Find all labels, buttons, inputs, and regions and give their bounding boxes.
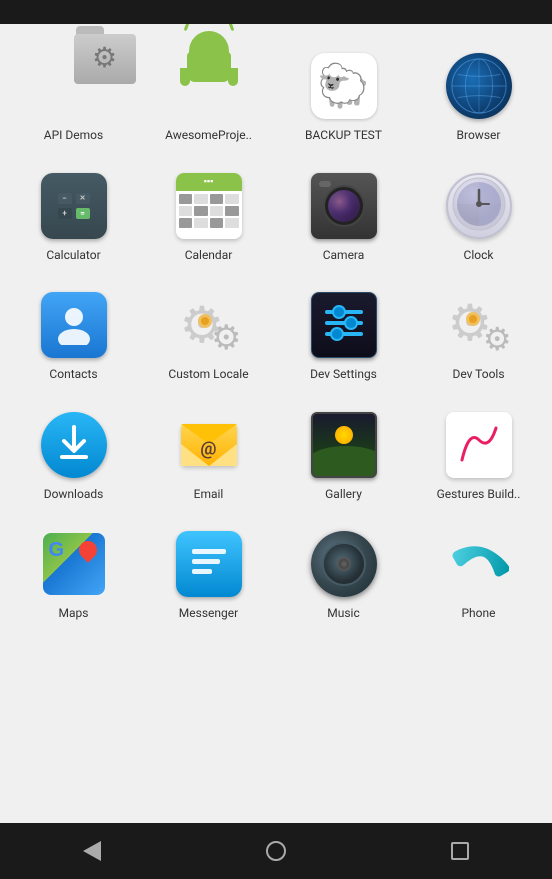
app-icon-downloads <box>38 409 110 481</box>
app-icon-maps: G <box>38 528 110 600</box>
app-item-backup-test[interactable]: 🐑 BACKUP TEST <box>278 40 409 152</box>
app-icon-email: @ <box>173 409 245 481</box>
app-grid-container: ⚙ API Demos <box>0 24 552 823</box>
app-label-email: Email <box>194 487 224 503</box>
app-item-calendar[interactable]: ▪▪▪ <box>143 160 274 272</box>
app-label-maps: Maps <box>59 606 89 622</box>
app-item-maps[interactable]: G Maps <box>8 518 139 630</box>
home-button[interactable] <box>252 827 300 875</box>
app-icon-phone <box>443 528 515 600</box>
app-label-custom-locale: Custom Locale <box>168 367 248 383</box>
app-grid: ⚙ API Demos <box>8 40 544 630</box>
app-item-api-demos[interactable]: ⚙ API Demos <box>8 40 139 152</box>
app-label-backup-test: BACKUP TEST <box>305 128 382 144</box>
app-label-gallery: Gallery <box>325 487 362 503</box>
app-label-downloads: Downloads <box>44 487 104 503</box>
app-item-clock[interactable]: Clock <box>413 160 544 272</box>
app-label-browser: Browser <box>457 128 501 144</box>
app-item-awesome-project[interactable]: AwesomeProje.. <box>143 40 274 152</box>
app-item-music[interactable]: Music <box>278 518 409 630</box>
app-label-music: Music <box>327 606 359 622</box>
app-label-messenger: Messenger <box>179 606 238 622</box>
app-icon-browser <box>443 50 515 122</box>
app-label-api-demos: API Demos <box>44 128 103 144</box>
app-item-contacts[interactable]: Contacts <box>8 279 139 391</box>
app-label-dev-settings: Dev Settings <box>310 367 377 383</box>
status-bar <box>0 0 552 24</box>
app-label-awesome-project: AwesomeProje.. <box>165 128 252 144</box>
app-item-phone[interactable]: Phone <box>413 518 544 630</box>
app-icon-custom-locale: ⚙ ⚙ <box>173 289 245 361</box>
app-icon-music <box>308 528 380 600</box>
app-icon-awesome-project <box>173 50 245 122</box>
app-label-camera: Camera <box>323 248 365 264</box>
app-item-dev-settings[interactable]: Dev Settings <box>278 279 409 391</box>
app-item-dev-tools[interactable]: ⚙ ⚙ Dev Tools <box>413 279 544 391</box>
app-item-calculator[interactable]: − ✕ + = Calc <box>8 160 139 272</box>
app-icon-clock <box>443 170 515 242</box>
app-icon-gallery <box>308 409 380 481</box>
app-label-gestures-builder: Gestures Build.. <box>437 487 521 503</box>
app-item-custom-locale[interactable]: ⚙ ⚙ Custom Locale <box>143 279 274 391</box>
app-label-phone: Phone <box>461 606 495 622</box>
app-item-messenger[interactable]: Messenger <box>143 518 274 630</box>
app-icon-dev-tools: ⚙ ⚙ <box>443 289 515 361</box>
app-label-contacts: Contacts <box>49 367 97 383</box>
app-item-browser[interactable]: Browser <box>413 40 544 152</box>
app-label-calculator: Calculator <box>46 248 100 264</box>
app-item-downloads[interactable]: Downloads <box>8 399 139 511</box>
app-label-clock: Clock <box>464 248 494 264</box>
app-icon-calculator: − ✕ + = <box>38 170 110 242</box>
recents-button[interactable] <box>436 827 484 875</box>
app-item-gestures-builder[interactable]: Gestures Build.. <box>413 399 544 511</box>
back-button[interactable] <box>68 827 116 875</box>
app-item-email[interactable]: @ Email <box>143 399 274 511</box>
app-icon-calendar: ▪▪▪ <box>173 170 245 242</box>
recents-icon <box>451 842 469 860</box>
app-icon-contacts <box>38 289 110 361</box>
app-icon-messenger <box>173 528 245 600</box>
app-item-gallery[interactable]: Gallery <box>278 399 409 511</box>
back-icon <box>83 841 101 861</box>
app-item-camera[interactable]: Camera <box>278 160 409 272</box>
app-icon-camera <box>308 170 380 242</box>
nav-bar <box>0 823 552 879</box>
app-icon-api-demos: ⚙ <box>38 50 110 122</box>
home-icon <box>266 841 286 861</box>
app-icon-backup-test: 🐑 <box>308 50 380 122</box>
app-icon-dev-settings <box>308 289 380 361</box>
app-icon-gestures-builder <box>443 409 515 481</box>
app-label-calendar: Calendar <box>185 248 233 264</box>
app-label-dev-tools: Dev Tools <box>452 367 504 383</box>
